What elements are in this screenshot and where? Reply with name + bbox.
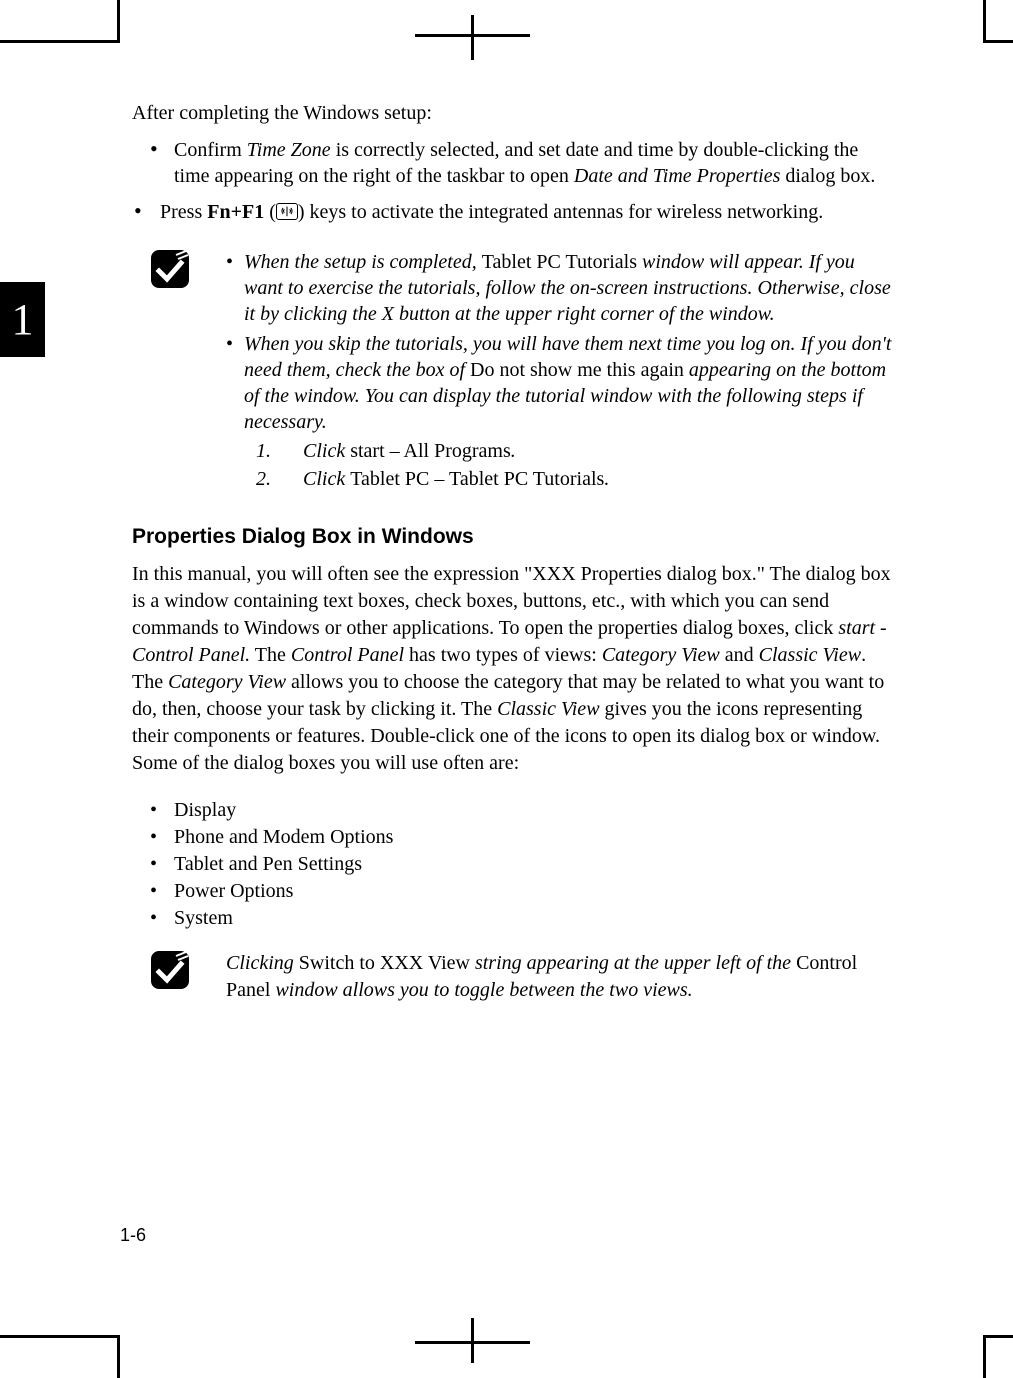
- note-content: When the setup is completed, Tablet PC T…: [206, 249, 892, 497]
- section-heading: Properties Dialog Box in Windows: [132, 525, 892, 549]
- text-bold: Fn+F1: [207, 201, 264, 223]
- text: start – All Programs: [350, 440, 511, 462]
- text: Press: [160, 201, 207, 223]
- note-bullet-setup-completed: When the setup is completed, Tablet PC T…: [226, 249, 892, 327]
- text-italic: Date and Time Properties: [574, 165, 780, 187]
- text-italic: .: [604, 468, 609, 490]
- list-item: Power Options: [132, 878, 892, 905]
- crop-mark: [983, 1335, 1013, 1338]
- crop-mark: [983, 40, 1013, 43]
- control-panel-list: Display Phone and Modem Options Tablet a…: [132, 797, 892, 932]
- crop-mark: [415, 1341, 530, 1344]
- crop-mark: [471, 15, 474, 60]
- crop-mark: [0, 40, 120, 43]
- text: ) keys to activate the integrated antenn…: [298, 201, 823, 223]
- text: has two types of views:: [404, 644, 602, 666]
- text: Tablet PC – Tablet PC Tutorials: [350, 468, 604, 490]
- text: Do not show me this again: [470, 359, 689, 381]
- text-italic: start: [838, 617, 875, 639]
- list-item: Tablet and Pen Settings: [132, 851, 892, 878]
- text: -: [875, 617, 887, 639]
- antenna-key-icon: [276, 203, 298, 220]
- text-italic: Click: [303, 468, 350, 490]
- text-italic: .: [511, 440, 516, 462]
- crop-mark: [117, 1335, 120, 1378]
- text: (: [264, 201, 276, 223]
- list-item: System: [132, 905, 892, 932]
- text: and: [720, 644, 759, 666]
- text-italic: When the setup is completed,: [244, 251, 482, 273]
- text-italic: Click: [303, 440, 350, 462]
- page-content: After completing the Windows setup: Conf…: [132, 102, 892, 1004]
- chapter-number-tab: 1: [0, 282, 45, 357]
- text: Tablet PC Tutorials: [482, 251, 642, 273]
- bullet-fn-f1: Press Fn+F1 ( ) keys to activate the inte…: [132, 199, 892, 225]
- crop-mark: [415, 34, 530, 37]
- step-number: 2.: [256, 465, 271, 493]
- text-italic: Clicking: [226, 952, 299, 974]
- note-content: Clicking Switch to XXX View string appea…: [206, 950, 892, 1004]
- text-italic: Category View: [168, 671, 286, 693]
- text-italic: Control Panel: [291, 644, 404, 666]
- step-number: 1.: [256, 437, 271, 465]
- text-italic: Time Zone: [247, 139, 331, 161]
- text-italic: string appearing at the upper left of th…: [475, 952, 796, 974]
- text: In this manual, you will often see the e…: [132, 563, 891, 639]
- text: The: [250, 644, 291, 666]
- text: Switch to XXX View: [299, 952, 475, 974]
- crop-mark: [983, 1335, 986, 1378]
- setup-bullet-list: Confirm Time Zone is correctly selected,…: [132, 137, 892, 225]
- note-steps: 1. Click start – All Programs. 2. Click …: [244, 437, 892, 493]
- step-1: 1. Click start – All Programs.: [268, 437, 892, 465]
- intro-text: After completing the Windows setup:: [132, 102, 892, 125]
- page-number: 1-6: [120, 1225, 146, 1246]
- step-2: 2. Click Tablet PC – Tablet PC Tutorials…: [268, 465, 892, 493]
- crop-mark: [0, 1335, 120, 1338]
- crop-mark: [983, 0, 986, 43]
- text-italic: Control Panel.: [132, 644, 250, 666]
- note-block-tutorials: When the setup is completed, Tablet PC T…: [132, 249, 892, 497]
- body-paragraph: In this manual, you will often see the e…: [132, 561, 892, 777]
- note-checkbox-icon: [150, 249, 206, 497]
- note-checkbox-icon: [150, 950, 206, 1004]
- note-bullet-list: When the setup is completed, Tablet PC T…: [226, 249, 892, 493]
- crop-mark: [117, 0, 120, 43]
- text: dialog box.: [780, 165, 875, 187]
- text-italic: Category View: [602, 644, 720, 666]
- text-italic: Classic View: [497, 698, 599, 720]
- text-italic: window allows you to toggle between the …: [275, 979, 692, 1001]
- note-bullet-skip-tutorials: When you skip the tutorials, you will ha…: [226, 331, 892, 493]
- bullet-time-zone: Confirm Time Zone is correctly selected,…: [132, 137, 892, 189]
- note-block-view-toggle: Clicking Switch to XXX View string appea…: [132, 950, 892, 1004]
- text: Confirm: [174, 139, 247, 161]
- list-item: Phone and Modem Options: [132, 824, 892, 851]
- text-italic: Classic View: [759, 644, 861, 666]
- list-item: Display: [132, 797, 892, 824]
